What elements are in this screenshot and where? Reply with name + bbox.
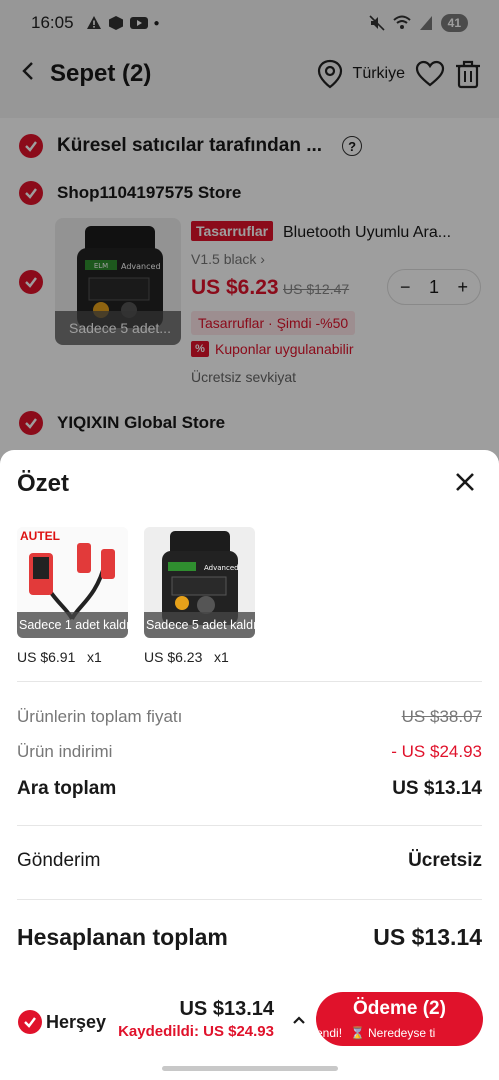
total-amount: US $13.14 [179,998,274,1020]
price-text: US $6.23 [144,649,203,665]
calculated-total-row: Hesaplanan toplam US $13.14 [17,924,482,951]
shipping-label: Gönderim [17,850,101,871]
checkout-bar: Herşey US $13.14 Kaydedildi: US $24.93 Ö… [0,990,499,1054]
total-price-row: Ürünlerin toplam fiyatı US $38.07 [17,707,482,727]
checkout-sub-right: Neredeyse ti [367,1026,436,1040]
summary-item-price: US $6.91 x1 [17,649,102,665]
divider [17,899,482,900]
saved-amount: Kaydedildi: US $24.93 [118,1023,274,1040]
sheet-title: Özet [17,470,70,497]
discount-row: Ürün indirimi - US $24.93 [17,742,482,762]
shipping-row: Gönderim Ücretsiz [17,850,482,872]
svg-text:Advanced: Advanced [204,564,239,572]
stock-badge: Sadece 5 adet kaldı [144,612,255,638]
checkout-sub-left: endi! [316,1026,343,1040]
close-icon[interactable] [451,468,479,496]
total-block: US $13.14 Kaydedildi: US $24.93 [118,998,274,1040]
calculated-total-label: Hesaplanan toplam [17,924,228,950]
summary-item-price: US $6.23 x1 [144,649,229,665]
divider [17,681,482,682]
hourglass-icon: ⌛ [350,1026,365,1040]
select-all-toggle[interactable]: Herşey [18,1010,106,1034]
subtotal-value: US $13.14 [392,778,482,799]
price-text: US $6.91 [17,649,76,665]
discount-value: - US $24.93 [391,742,482,761]
shipping-value: Ücretsiz [408,850,482,871]
stock-badge: Sadece 1 adet kaldı [17,612,128,638]
summary-item-thumb[interactable]: Advanced Sadece 5 adet kaldı [144,527,255,638]
checkout-button[interactable]: Ödeme (2) endi! ⌛ Neredeyse ti [316,992,483,1046]
checkbox-checked-icon[interactable] [18,1010,42,1034]
calculated-total-value: US $13.14 [373,924,482,950]
summary-sheet: Özet AUTEL Sadece 1 adet kaldı US $6.91 … [0,450,499,1080]
select-all-label: Herşey [46,1011,107,1032]
total-price-label: Ürünlerin toplam fiyatı [17,707,183,726]
qty-text: x1 [214,649,229,665]
chevron-up-icon[interactable] [289,1010,309,1030]
checkout-label: Ödeme (2) [353,998,446,1019]
qty-text: x1 [87,649,102,665]
subtotal-label: Ara toplam [17,778,117,799]
divider [17,825,482,826]
summary-item-thumb[interactable]: AUTEL Sadece 1 adet kaldı [17,527,128,638]
svg-text:AUTEL: AUTEL [20,529,60,543]
home-indicator[interactable] [162,1066,338,1071]
discount-label: Ürün indirimi [17,742,113,761]
subtotal-row: Ara toplam US $13.14 [17,778,482,800]
total-price-value: US $38.07 [401,707,482,726]
checkout-subtext: endi! ⌛ Neredeyse ti [316,1026,435,1040]
